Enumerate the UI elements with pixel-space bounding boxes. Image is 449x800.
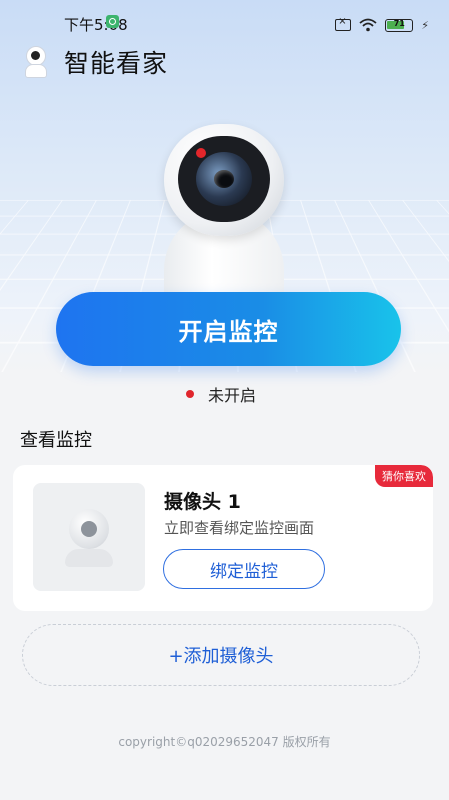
status-bar: 下午5:08 71 ⚡ — [0, 0, 449, 40]
camera-illustration — [152, 118, 298, 310]
camera-logo-icon — [22, 44, 50, 80]
section-title: 查看监控 — [20, 430, 92, 451]
recommend-tag: 猜你喜欢 — [375, 465, 433, 487]
charging-icon: ⚡ — [421, 18, 429, 32]
status-dot-icon — [186, 390, 194, 398]
camera-card[interactable]: 猜你喜欢 摄像头 1 立即查看绑定监控画面 绑定监控 — [13, 465, 433, 611]
app-header: 智能看家 — [22, 44, 168, 80]
camera-name: 摄像头 1 — [164, 491, 241, 513]
camera-thumbnail — [33, 483, 145, 591]
camera-description: 立即查看绑定监控画面 — [164, 519, 315, 537]
battery-level: 71 — [393, 18, 405, 28]
bind-monitoring-button[interactable]: 绑定监控 — [163, 549, 325, 589]
add-camera-button[interactable]: +添加摄像头 — [22, 624, 420, 686]
sim-off-icon — [335, 16, 352, 31]
start-monitoring-button[interactable]: 开启监控 — [56, 292, 401, 366]
app-title: 智能看家 — [64, 49, 169, 78]
battery-icon: 71 — [385, 18, 414, 32]
status-text: 未开启 — [208, 386, 257, 405]
wifi-icon — [359, 18, 377, 32]
copyright-footer: copyright©q02029652047 版权所有 — [118, 735, 331, 749]
status-icons: 71 ⚡ — [335, 16, 429, 32]
monitoring-status: 未开启 — [186, 382, 256, 406]
recording-dot-icon — [196, 148, 206, 158]
notification-badge-icon — [106, 15, 119, 28]
